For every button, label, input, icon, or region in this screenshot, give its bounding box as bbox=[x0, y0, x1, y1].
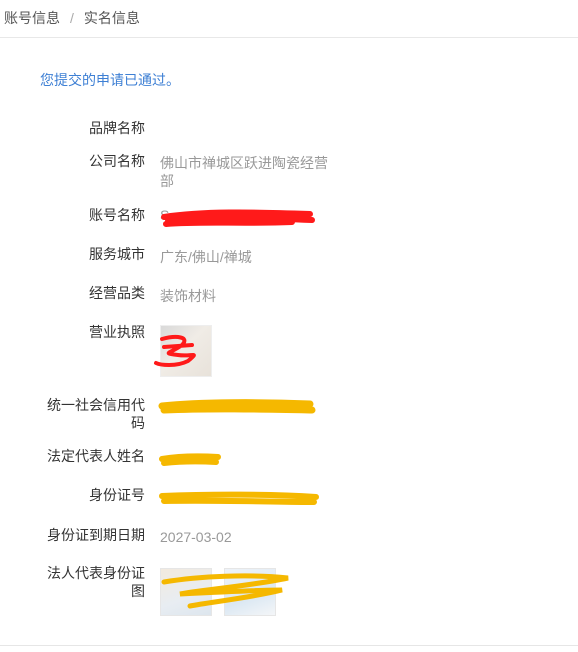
account-value: S bbox=[160, 207, 170, 223]
business-license-thumbnail[interactable] bbox=[160, 325, 212, 377]
id-expiry-value: 2027-03-02 bbox=[160, 529, 232, 545]
realname-info-panel: 您提交的申请已通过。 品牌名称 公司名称 佛山市禅城区跃进陶瓷经营部 账号名称 … bbox=[0, 38, 578, 646]
company-label: 公司名称 bbox=[89, 153, 145, 169]
redaction-scribble bbox=[159, 453, 221, 466]
legal-name-label: 法定代表人姓名 bbox=[47, 448, 145, 464]
license-label: 营业执照 bbox=[89, 324, 145, 340]
id-card-front-thumbnail[interactable] bbox=[160, 568, 212, 616]
breadcrumb-item-realname-info: 实名信息 bbox=[83, 10, 140, 26]
company-value: 佛山市禅城区跃进陶瓷经营部 bbox=[160, 155, 328, 189]
brand-label: 品牌名称 bbox=[89, 120, 145, 136]
category-label: 经营品类 bbox=[89, 285, 145, 301]
id-number-label: 身份证号 bbox=[89, 487, 145, 503]
city-value: 广东/佛山/禅城 bbox=[160, 249, 252, 265]
approval-notice: 您提交的申请已通过。 bbox=[40, 72, 180, 88]
credit-code-label: 统一社会信用代码 bbox=[47, 397, 145, 431]
breadcrumb: 账号信息 / 实名信息 bbox=[0, 0, 578, 38]
redaction-scribble bbox=[159, 491, 319, 505]
id-card-back-thumbnail[interactable] bbox=[224, 568, 276, 616]
breadcrumb-separator: / bbox=[70, 10, 74, 26]
breadcrumb-item-account-info[interactable]: 账号信息 bbox=[4, 10, 60, 26]
redaction-scribble bbox=[158, 399, 316, 414]
city-label: 服务城市 bbox=[89, 246, 145, 262]
id-expiry-label: 身份证到期日期 bbox=[47, 527, 145, 543]
account-label: 账号名称 bbox=[89, 207, 145, 223]
category-value: 装饰材料 bbox=[160, 288, 216, 304]
id-photos-label: 法人代表身份证图 bbox=[47, 565, 145, 599]
